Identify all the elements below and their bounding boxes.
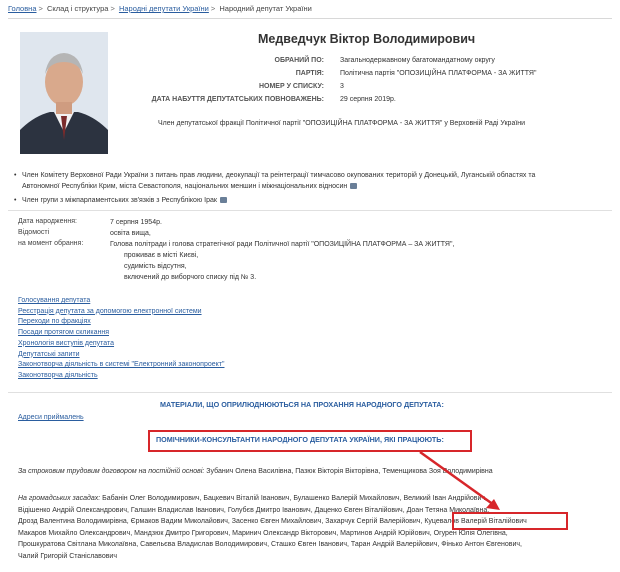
field-value: Загальнодержавному багатомандатному окру… [340, 57, 495, 64]
committee-line: Автономної Республіки Крим, міста Севаст… [22, 183, 348, 190]
field-label: ДАТА НАБУТТЯ ДЕПУТАТСЬКИХ ПОВНОВАЖЕНЬ: [151, 96, 324, 103]
link-inquiries[interactable]: Депутатські запити [18, 351, 80, 358]
committee-line: Член Комітету Верховної Ради України з п… [22, 172, 536, 179]
field-value: Політична партія "ОПОЗИЦІЙНА ПЛАТФОРМА -… [340, 70, 537, 77]
bio-value: включений до виборчого списку під № 3. [124, 274, 257, 281]
field-label: ОБРАНИЙ ПО: [274, 57, 324, 64]
divider [8, 392, 612, 393]
bio-value: освіта вища, [110, 230, 151, 237]
link-voting[interactable]: Голосування депутата [18, 297, 90, 304]
field-label: НОМЕР У СПИСКУ: [258, 83, 324, 90]
deputy-links: Голосування депутата Реєстрація депутата… [18, 296, 224, 382]
breadcrumb-deputies[interactable]: Народні депутати України [119, 4, 209, 13]
contract-assistants: За строковим трудовим договором на пості… [18, 468, 493, 475]
reception-link-wrap: Адреси приймалень [18, 414, 84, 421]
volunteer-line: Макаров Михайло Олександрович, Мандзюк Д… [18, 529, 508, 537]
list-item: Член Комітету Верховної Ради України з п… [14, 170, 614, 192]
bio-label: Відомості [18, 229, 50, 236]
contract-label: За строковим трудовим договором на пості… [18, 468, 205, 475]
volunteer-line: Прошкуратова Світлана Миколаївна, Савель… [18, 541, 522, 548]
volunteer-assistants: На громадських засадах: Бабанін Олег Вол… [18, 493, 527, 562]
link-faction-transfers[interactable]: Переходи по фракціях [18, 318, 91, 325]
breadcrumb-home[interactable]: Головна [8, 4, 37, 13]
deputy-photo [20, 32, 108, 154]
volunteer-line: Бабанін Олег Володимирович, Бацкевич Віт… [102, 495, 487, 502]
info-icon[interactable] [350, 183, 358, 190]
committee-line: Член групи з міжпарламентських зв'язків … [22, 197, 217, 204]
contract-names: Зубанич Олена Василівна, Пазюк Вікторія … [206, 468, 493, 475]
field-value: 3 [340, 83, 344, 90]
bio-value: судимість відсутня, [124, 263, 187, 270]
volunteer-line: Дрозд Валентина Володимирівна, Єрмаков В… [18, 518, 423, 525]
volunteer-line: Чалий Григорій Станіславович [18, 552, 117, 560]
faction-membership: Член депутатської фракції Політичної пар… [158, 120, 526, 127]
materials-heading: МАТЕРІАЛИ, ЩО ОПРИЛЮДНЮЮТЬСЯ НА ПРОХАННЯ… [160, 400, 444, 409]
divider [8, 18, 612, 19]
link-positions[interactable]: Посади протягом скликання [18, 329, 109, 336]
page-title: Медведчук Віктор Володимирович [258, 32, 476, 46]
field-value: 29 серпня 2019р. [340, 96, 396, 103]
link-speeches[interactable]: Хронологія виступів депутата [18, 340, 114, 347]
link-e-bill[interactable]: Законотворча діяльність в системі "Елект… [18, 361, 224, 368]
breadcrumb-structure: Склад і структура [46, 4, 109, 13]
field-label: ПАРТІЯ: [295, 70, 324, 77]
assistants-heading: ПОМІЧНИКИ-КОНСУЛЬТАНТИ НАРОДНОГО ДЕПУТАТ… [156, 435, 444, 444]
reception-addresses-link[interactable]: Адреси приймалень [18, 414, 84, 421]
info-icon[interactable] [219, 197, 227, 204]
bio-label: Дата народження: [18, 218, 77, 225]
breadcrumb: Головна > Склад і структура > Народні депу… [8, 4, 312, 13]
divider [8, 210, 612, 211]
link-legislative[interactable]: Законотворча діяльність [18, 372, 98, 379]
volunteer-label: На громадських засадах: [18, 495, 101, 502]
bio-value: 7 серпня 1954р. [110, 219, 162, 226]
bio-value: Голова політради і голова стратегічної р… [110, 241, 455, 248]
breadcrumb-current: Народний депутат України [219, 4, 312, 13]
bio-label: на момент обрання: [18, 240, 84, 247]
bio-value: проживає в місті Києві, [124, 252, 199, 259]
volunteer-line: Відішенко Андрій Олександрович, Галшин В… [18, 506, 490, 514]
link-registration[interactable]: Реєстрація депутата за допомогою електро… [18, 308, 202, 315]
name-highlight-box [452, 512, 568, 530]
list-item: Член групи з міжпарламентських зв'язків … [14, 195, 614, 206]
committee-list: Член Комітету Верховної Ради України з п… [14, 170, 614, 206]
